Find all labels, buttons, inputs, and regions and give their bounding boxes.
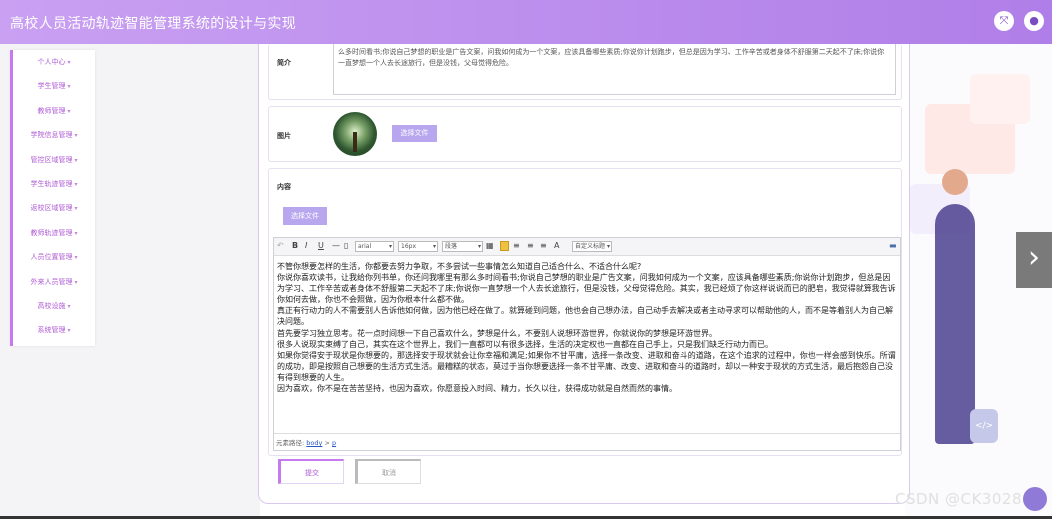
rich-text-editor: ↶ B I U — ▯ arial 16px 段落 ▦ ≡ ≡ ≡ A 自定义标…	[273, 237, 901, 451]
app-title: 高校人员活动轨迹智能管理系统的设计与实现	[10, 16, 296, 32]
page-icon[interactable]: ▯	[344, 241, 348, 250]
font-family-select[interactable]: arial	[355, 241, 394, 252]
bold-icon[interactable]: B	[292, 241, 298, 250]
decor-card	[970, 74, 1030, 124]
sidebar-item-students[interactable]: 学生管理	[10, 74, 95, 99]
image-choose-file-button[interactable]: 选择文件	[392, 125, 437, 142]
person-head	[942, 169, 968, 195]
underline-icon[interactable]: U	[318, 241, 324, 250]
paragraph-select[interactable]: 段落	[442, 241, 483, 252]
fullscreen-editor-icon[interactable]: ▬	[889, 241, 897, 250]
align-center-icon[interactable]: ≡	[513, 241, 520, 250]
element-path-p-link[interactable]: p	[332, 439, 336, 447]
person-illustration	[935, 204, 975, 444]
content-choose-file-button[interactable]: 选择文件	[283, 207, 327, 225]
editor-body[interactable]: 不管你想要怎样的生活，你都要去努力争取，不多尝试一些事情怎么知道自己适合什么、不…	[277, 262, 897, 432]
editor-paragraph: 你说你喜欢读书，让我给你列书单，你还问我哪里有那么多时间看书;你说自己梦想的职业…	[277, 273, 896, 304]
cancel-button[interactable]: 取消	[355, 459, 421, 484]
user-icon[interactable]: ●	[1024, 11, 1044, 31]
editor-paragraph: 首先要学习独立思考。花一点时间想一下自己喜欢什么，梦想是什么，不要别人说想环游世…	[277, 328, 717, 338]
submit-button[interactable]: 提交	[278, 459, 344, 484]
fullscreen-icon[interactable]: ⤧	[994, 11, 1014, 31]
intro-label: 简介	[277, 59, 291, 67]
custom-title-select[interactable]: 自定义标题	[572, 241, 612, 252]
watermark: CSDN @CK3028	[895, 490, 1023, 508]
sidebar-menu: 个人中心 学生管理 教师管理 学院信息管理 管控区域管理 学生轨迹管理 返校区域…	[10, 50, 95, 346]
font-size-select[interactable]: 16px	[398, 241, 438, 252]
editor-paragraph: 很多人说现实束缚了自己，其实在这个世界上，我们一直都可以有很多选择，生活的决定权…	[277, 339, 773, 349]
italic-icon[interactable]: I	[305, 241, 307, 250]
editor-paragraph: 不管你想要怎样的生活，你都要去努力争取，不多尝试一些事情怎么知道自己适合什么、不…	[277, 262, 642, 271]
editor-toolbar: ↶ B I U — ▯ arial 16px 段落 ▦ ≡ ≡ ≡ A 自定义标…	[274, 238, 900, 256]
image-label: 图片	[277, 132, 291, 140]
align-right-icon[interactable]: ≡	[527, 241, 534, 250]
editor-paragraph: 真正有行动力的人不需要别人告诉他如何做，因为他已经在做了。就算碰到问题，他也会自…	[277, 306, 893, 327]
sidebar-item-teachers[interactable]: 教师管理	[10, 98, 95, 124]
sidebar-item-student-tracks[interactable]: 学生轨迹管理	[10, 171, 95, 197]
table-icon[interactable]: ▦	[486, 241, 494, 250]
element-path-label: 元素路径:	[276, 439, 305, 447]
chevron-right-icon[interactable]: ›	[1016, 232, 1052, 288]
content-label: 内容	[277, 183, 291, 191]
font-color-icon[interactable]: A	[554, 241, 559, 250]
element-path-separator: >	[324, 439, 330, 447]
sidebar-item-return-area[interactable]: 返校区域管理	[10, 196, 95, 221]
code-icon: </>	[970, 409, 998, 443]
editor-paragraph: 如果你觉得安于现状是你想要的，那选择安于现状就会让你幸福和满足;如果你不甘平庸，…	[277, 351, 896, 382]
horizontal-rule-icon[interactable]: —	[332, 241, 340, 250]
undo-icon[interactable]: ↶	[277, 241, 284, 250]
floating-dot[interactable]	[1023, 487, 1047, 511]
sidebar-item-visitors[interactable]: 外来人员管理	[10, 269, 95, 294]
sidebar-item-person-location[interactable]: 人员位置管理	[10, 245, 95, 270]
sidebar-item-control-area[interactable]: 管控区域管理	[10, 147, 95, 172]
sidebar-item-teacher-tracks[interactable]: 教师轨迹管理	[10, 220, 95, 246]
align-left-icon[interactable]	[500, 241, 509, 251]
top-bar: 高校人员活动轨迹智能管理系统的设计与实现 ⤧ ●	[0, 0, 1052, 44]
editor-paragraph: 因为喜欢，你不是在苦苦坚持，也因为喜欢，你愿意投入时间、精力，长久以往，获得成功…	[277, 384, 677, 394]
element-path-body-link[interactable]: body	[306, 439, 322, 447]
sidebar-item-college-info[interactable]: 学院信息管理	[10, 123, 95, 148]
image-detail	[353, 132, 357, 152]
element-path-bar: 元素路径: body > p	[274, 433, 900, 449]
intro-textarea[interactable]: 么多时间看书;你说自己梦想的职业是广告文案，问我如何成为一个文案，应该具备哪些素…	[333, 44, 896, 95]
align-justify-icon[interactable]: ≡	[540, 241, 547, 250]
sidebar-item-facilities[interactable]: 高校设施	[10, 293, 95, 319]
sidebar-item-system[interactable]: 系统管理	[10, 318, 95, 343]
sidebar-item-personal-center[interactable]: 个人中心	[10, 50, 95, 75]
